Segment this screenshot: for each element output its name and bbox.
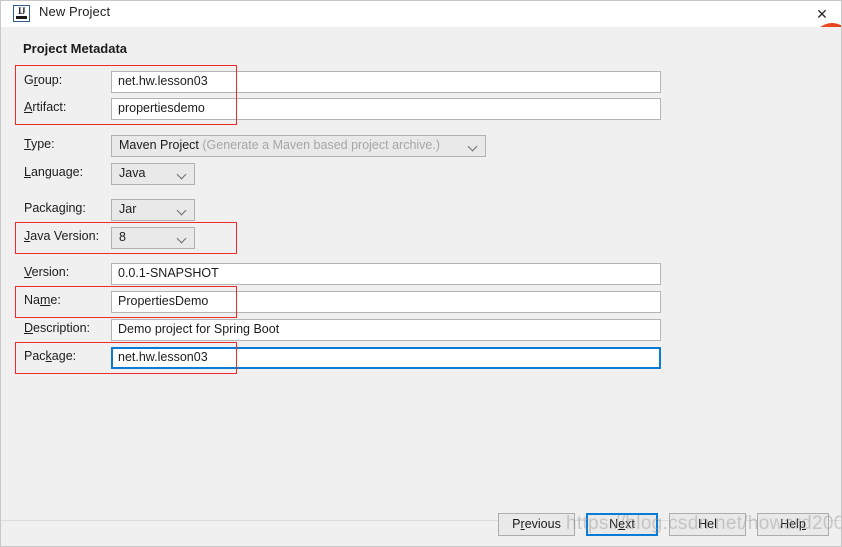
label-package: Package:	[24, 349, 77, 363]
group-input[interactable]: net.hw.lesson03	[111, 71, 661, 93]
package-input[interactable]: net.hw.lesson03	[111, 347, 661, 369]
description-input[interactable]: Demo project for Spring Boot	[111, 319, 661, 341]
label-java-version: Java Version:	[24, 229, 100, 243]
version-input[interactable]: 0.0.1-SNAPSHOT	[111, 263, 661, 285]
chevron-down-icon	[178, 171, 186, 179]
next-button-label: Next	[609, 517, 635, 531]
label-version: Version:	[24, 265, 70, 279]
language-select[interactable]: Java	[111, 163, 195, 185]
dialog-footer: Previous Next Hel Help	[1, 513, 841, 546]
cancel-button-label: Hel	[698, 517, 717, 531]
name-input[interactable]: PropertiesDemo	[111, 291, 661, 313]
form-row-description: Description: Demo project for Spring Boo…	[1, 319, 841, 341]
package-input-value: net.hw.lesson03	[118, 350, 208, 364]
label-group: Group:	[24, 73, 63, 87]
title-bar: IJ New Project ✕	[1, 1, 841, 27]
name-input-value: PropertiesDemo	[118, 294, 209, 308]
group-input-value: net.hw.lesson03	[118, 74, 208, 88]
previous-button-label: Previous	[512, 517, 561, 531]
next-button[interactable]: Next	[586, 513, 658, 536]
window-title: New Project	[39, 4, 111, 19]
chevron-down-icon	[178, 207, 186, 215]
artifact-input-value: propertiesdemo	[118, 101, 205, 115]
chevron-down-icon	[178, 235, 186, 243]
form-row-version: Version: 0.0.1-SNAPSHOT	[1, 263, 841, 285]
new-project-dialog: IJ New Project ✕ e Project Metadata Grou…	[0, 0, 842, 547]
chevron-down-icon	[469, 143, 477, 151]
help-button-label: Help	[780, 517, 806, 531]
close-icon[interactable]: ✕	[811, 4, 833, 24]
form-row-language: Language: Java	[1, 163, 841, 185]
form-row-artifact: Artifact: propertiesdemo	[1, 98, 841, 120]
form-row-name: Name: PropertiesDemo	[1, 291, 841, 313]
packaging-select-value: Jar	[119, 202, 137, 216]
type-select-hint: (Generate a Maven based project archive.…	[202, 138, 441, 152]
type-select[interactable]: Maven Project (Generate a Maven based pr…	[111, 135, 486, 157]
previous-button[interactable]: Previous	[498, 513, 575, 536]
help-button[interactable]: Help	[757, 513, 829, 536]
artifact-input[interactable]: propertiesdemo	[111, 98, 661, 120]
label-language: Language:	[24, 165, 84, 179]
language-select-value: Java	[119, 166, 146, 180]
label-description: Description:	[24, 321, 91, 335]
label-name: Name:	[24, 293, 61, 307]
dialog-content: Project Metadata Group: net.hw.lesson03 …	[1, 27, 841, 520]
java-version-select-value: 8	[119, 230, 126, 244]
intellij-idea-icon-bar	[16, 16, 27, 19]
description-input-value: Demo project for Spring Boot	[118, 322, 280, 336]
intellij-idea-icon: IJ	[13, 5, 30, 22]
cancel-button[interactable]: Hel	[669, 513, 746, 536]
packaging-select[interactable]: Jar	[111, 199, 195, 221]
form-row-group: Group: net.hw.lesson03	[1, 71, 841, 93]
type-select-value: Maven Project (Generate a Maven based pr…	[119, 138, 441, 152]
form-row-packaging: Packaging: Jar	[1, 199, 841, 221]
form-row-java-version: Java Version: 8	[1, 227, 841, 249]
version-input-value: 0.0.1-SNAPSHOT	[118, 266, 219, 280]
label-type: Type:	[24, 137, 55, 151]
page-title: Project Metadata	[23, 41, 128, 56]
form-row-package: Package: net.hw.lesson03	[1, 347, 841, 369]
form-row-type: Type: Maven Project (Generate a Maven ba…	[1, 135, 841, 157]
label-artifact: Artifact:	[24, 100, 67, 114]
java-version-select[interactable]: 8	[111, 227, 195, 249]
label-packaging: Packaging:	[24, 201, 86, 215]
